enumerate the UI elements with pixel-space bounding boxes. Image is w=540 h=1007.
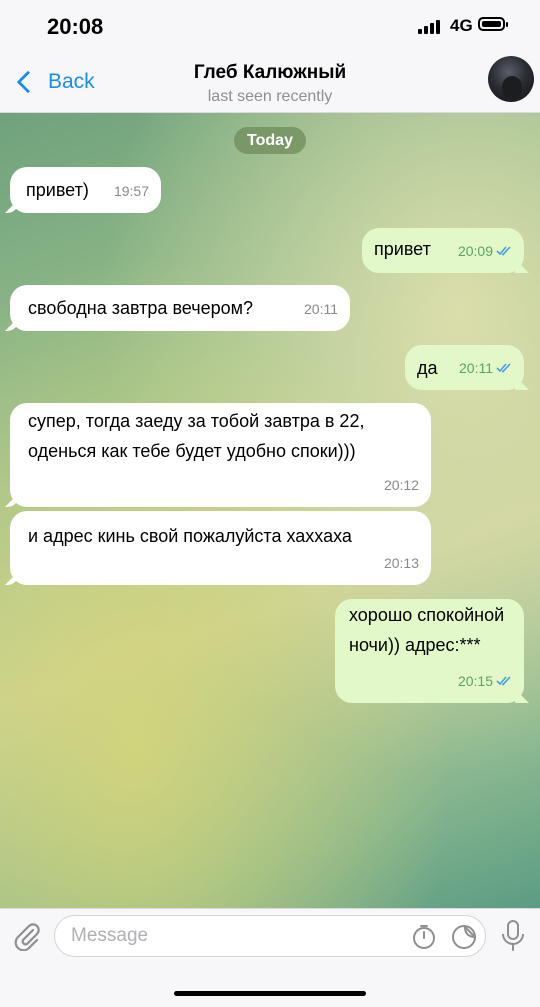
- message-bubble-incoming[interactable]: привет) 19:57: [10, 167, 161, 213]
- contact-name[interactable]: Глеб Калюжный: [0, 62, 540, 84]
- message-time: 20:11: [459, 360, 493, 376]
- message-placeholder: Message: [71, 925, 149, 946]
- message-text: супер, тогда заеду за тобой завтра в 22,…: [28, 411, 365, 461]
- message-time: 20:12: [383, 477, 419, 493]
- double-check-icon: [496, 676, 511, 686]
- double-check-icon: [496, 363, 511, 373]
- message-bubble-outgoing[interactable]: привет 20:09: [362, 228, 524, 273]
- status-time: 20:08: [47, 14, 104, 39]
- message-time: 20:11: [304, 301, 338, 317]
- microphone-icon[interactable]: [500, 919, 526, 953]
- contact-status: last seen recently: [207, 88, 333, 105]
- message-time: 20:13: [383, 555, 419, 571]
- chat-header: Back Глеб Калюжный last seen recently: [0, 54, 540, 113]
- chat-area[interactable]: Today привет) 19:57 привет 20:09 свободн…: [0, 113, 540, 908]
- sticker-icon[interactable]: [451, 924, 477, 950]
- date-separator: Today: [234, 127, 306, 154]
- message-bubble-incoming[interactable]: и адрес кинь свой пожалуйста хаххаха 20:…: [10, 511, 431, 585]
- battery-icon: [478, 17, 508, 31]
- message-time: 20:15: [457, 673, 493, 689]
- attachment-icon[interactable]: [12, 921, 42, 951]
- message-text: и адрес кинь свой пожалуйста хаххаха: [28, 526, 352, 546]
- message-time: 19:57: [113, 183, 149, 199]
- message-text: свободна завтра вечером?: [28, 298, 254, 318]
- message-bubble-incoming[interactable]: супер, тогда заеду за тобой завтра в 22,…: [10, 403, 431, 507]
- message-bubble-outgoing[interactable]: хорошо спокойной ночи)) адрес:*** 20:15: [335, 599, 524, 703]
- message-composer: Message: [0, 908, 540, 1007]
- network-label: 4G: [450, 16, 473, 35]
- status-bar: 20:08 4G: [0, 0, 540, 54]
- message-bubble-outgoing[interactable]: да 20:11: [405, 345, 524, 390]
- message-text: хорошо спокойной ночи)) адрес:***: [349, 605, 505, 655]
- timer-icon[interactable]: [411, 924, 437, 950]
- message-time: 20:09: [457, 243, 493, 259]
- double-check-icon: [496, 246, 511, 256]
- avatar[interactable]: [488, 56, 534, 102]
- message-bubble-incoming[interactable]: свободна завтра вечером? 20:11: [10, 285, 350, 331]
- home-indicator: [174, 991, 366, 996]
- signal-icon: [418, 18, 444, 34]
- message-input[interactable]: Message: [54, 915, 486, 957]
